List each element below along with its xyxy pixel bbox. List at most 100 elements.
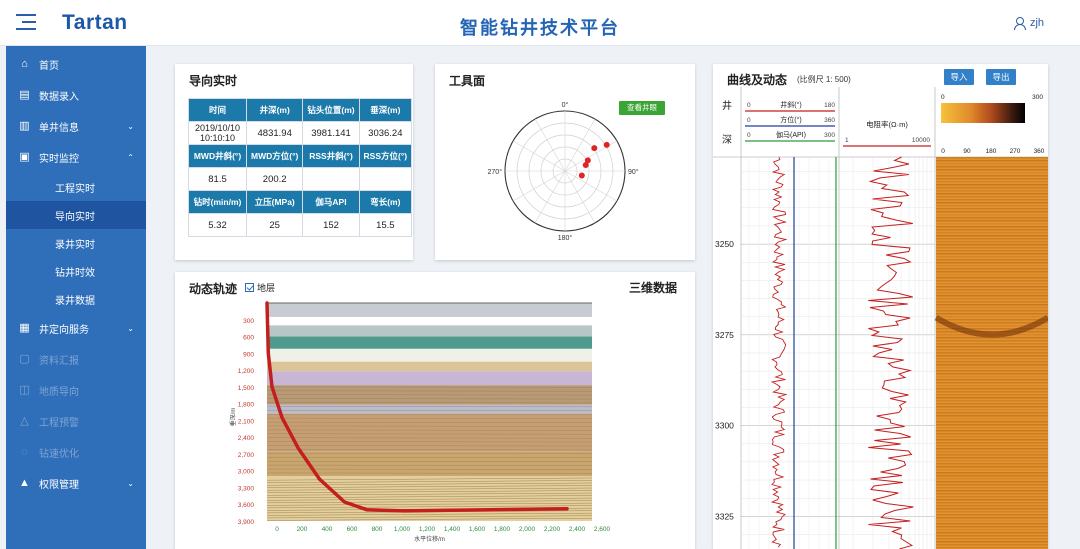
- sidebar-item-label: 工程预警: [39, 418, 79, 429]
- image-texture: [936, 250, 1048, 252]
- sidebar-item-warning[interactable]: △ 工程预警: [6, 406, 146, 437]
- toolface-panel: 工具面 查看井眼 0° 90° 180° 270°: [435, 64, 695, 260]
- sidebar-item-label: 资料汇报: [39, 356, 79, 367]
- image-texture: [936, 487, 1048, 489]
- table-header: 井深(m): [245, 98, 304, 122]
- sidebar-item-label: 井定向服务: [39, 325, 89, 336]
- export-button[interactable]: 导出: [986, 69, 1016, 85]
- legend-min: 0: [747, 117, 751, 124]
- sidebar-item-permission[interactable]: ▲ 权限管理 ⌄: [6, 468, 146, 499]
- image-texture: [936, 292, 1048, 294]
- formation-layer: [267, 404, 592, 414]
- import-button[interactable]: 导入: [944, 69, 974, 85]
- image-texture: [936, 175, 1048, 177]
- image-texture: [936, 454, 1048, 456]
- table-cell: 25: [245, 213, 304, 237]
- chevron-down-icon: ⌄: [127, 324, 134, 333]
- image-texture: [936, 247, 1048, 249]
- image-texture: [936, 373, 1048, 375]
- y-tick-label: 1,200: [238, 368, 255, 375]
- image-texture: [936, 355, 1048, 357]
- image-texture: [936, 343, 1048, 345]
- table-header: 垂深(m): [358, 98, 413, 122]
- sidebar-item-directional[interactable]: ▦ 井定向服务 ⌄: [6, 313, 146, 344]
- image-texture: [936, 313, 1048, 315]
- chevron-down-icon: ⌄: [127, 122, 134, 131]
- sidebar-item-optimize[interactable]: ◌ 钻速优化: [6, 437, 146, 468]
- menu-toggle-icon[interactable]: [16, 14, 36, 32]
- 3d-data-link[interactable]: 三维数据: [629, 279, 677, 296]
- image-texture: [936, 451, 1048, 453]
- formation-checkbox[interactable]: [245, 283, 254, 292]
- user-name: zjh: [1029, 17, 1044, 29]
- image-texture: [936, 307, 1048, 309]
- image-texture: [936, 286, 1048, 288]
- image-texture: [936, 217, 1048, 219]
- table-cell: 3981.141: [302, 121, 360, 145]
- image-texture: [936, 364, 1048, 366]
- angle-label: 180°: [558, 234, 573, 242]
- depth-tick-label: 3250: [715, 239, 734, 249]
- image-texture: [936, 256, 1048, 258]
- legend-max: 360: [824, 117, 835, 124]
- image-texture: [936, 406, 1048, 408]
- app-logo: Tartan: [62, 11, 128, 34]
- sidebar-item-well-info[interactable]: ▥ 单井信息 ⌄: [6, 111, 146, 142]
- legend-name: 伽马(API): [776, 130, 806, 139]
- image-texture: [936, 370, 1048, 372]
- image-texture: [936, 481, 1048, 483]
- image-texture: [936, 268, 1048, 270]
- y-tick-label: 2,100: [238, 418, 255, 425]
- image-texture: [936, 259, 1048, 261]
- legend-min: 1: [845, 137, 849, 144]
- image-texture: [936, 208, 1048, 210]
- sidebar-item-home[interactable]: ⌂ 首页: [6, 49, 146, 80]
- x-tick-label: 1,000: [394, 526, 411, 533]
- image-texture: [936, 193, 1048, 195]
- image-texture: [936, 412, 1048, 414]
- y-tick-label: 900: [243, 351, 254, 358]
- image-texture: [936, 295, 1048, 297]
- sidebar-item-geosteering[interactable]: ◫ 地质导向: [6, 375, 146, 406]
- image-texture: [936, 526, 1048, 528]
- legend-min: 0: [747, 102, 751, 109]
- depth-tick-label: 3325: [715, 511, 734, 521]
- table-row: 2019/10/10 10:10:10 4831.94 3981.141 303…: [188, 121, 413, 145]
- image-texture: [936, 340, 1048, 342]
- top-header: Tartan 智能钻井技术平台 zjh: [0, 0, 1080, 46]
- sidebar-sub-log-data[interactable]: 录井数据: [6, 285, 146, 313]
- table-cell: [358, 167, 413, 191]
- panel-title: 动态轨迹: [189, 282, 238, 296]
- table-row: MWD井斜(°) MWD方位(°) RSS井斜(°) RSS方位(°): [188, 144, 413, 168]
- sidebar-item-monitor[interactable]: ▣ 实时监控 ⌃: [6, 142, 146, 173]
- sidebar-sub-logging[interactable]: 录井实时: [6, 229, 146, 257]
- sidebar-item-label: 钻速优化: [39, 449, 79, 460]
- formation-layer: [267, 303, 592, 317]
- formation-toggle[interactable]: 地层: [245, 281, 275, 294]
- colorbar-max: 300: [1032, 94, 1043, 101]
- sidebar-item-label: 首页: [39, 61, 59, 72]
- y-axis-label: 垂深/m: [229, 408, 237, 427]
- user-menu[interactable]: zjh: [1013, 17, 1044, 30]
- sidebar-item-data-entry[interactable]: ▤ 数据录入: [6, 80, 146, 111]
- sidebar-sub-guide[interactable]: 导向实时: [6, 201, 146, 229]
- image-texture: [936, 397, 1048, 399]
- image-texture: [936, 211, 1048, 213]
- sidebar-sub-engineering[interactable]: 工程实时: [6, 173, 146, 201]
- image-texture: [936, 466, 1048, 468]
- data-entry-icon: ▤: [19, 89, 30, 101]
- image-texture: [936, 283, 1048, 285]
- y-tick-label: 3,600: [238, 502, 255, 509]
- image-texture: [936, 358, 1048, 360]
- sidebar-item-report[interactable]: ▢ 资料汇报: [6, 344, 146, 375]
- table-header: 立压(MPa): [245, 190, 304, 214]
- sidebar-sub-drill-time[interactable]: 钻井时效: [6, 257, 146, 285]
- user-icon: [1013, 17, 1026, 30]
- image-texture: [936, 493, 1048, 495]
- image-texture: [936, 274, 1048, 276]
- image-texture: [936, 271, 1048, 273]
- polar-spoke: [534, 118, 566, 172]
- table-cell: 4831.94: [245, 121, 304, 145]
- x-tick-label: 2,000: [519, 526, 536, 533]
- image-texture: [936, 229, 1048, 231]
